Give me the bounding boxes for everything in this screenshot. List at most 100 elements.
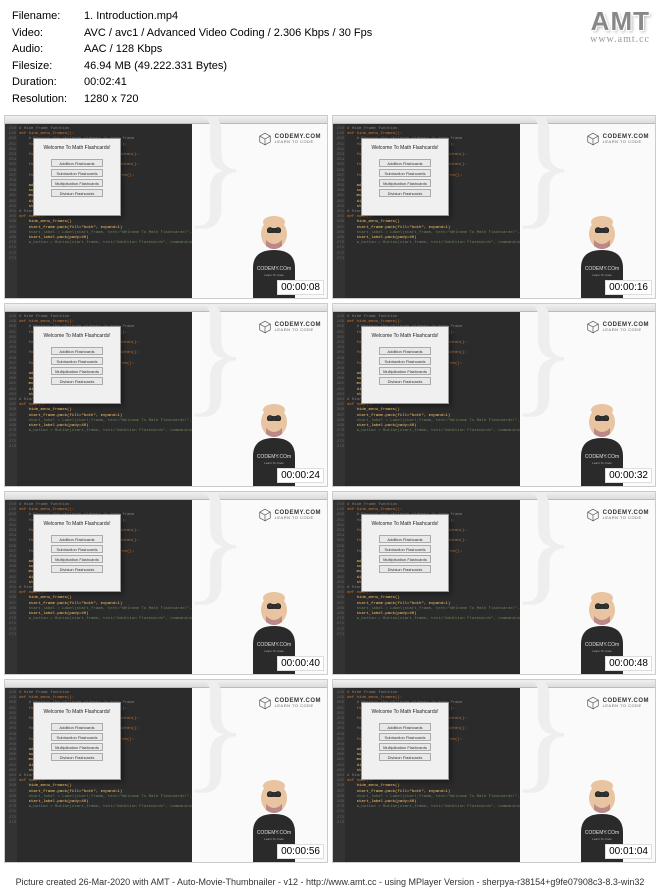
metadata-label: Audio:: [12, 41, 84, 58]
popup-button[interactable]: Addition Flashcards: [51, 159, 103, 167]
code-line: a_button = Button(start_frame, text="Add…: [347, 617, 517, 622]
popup-button[interactable]: Division Flashcards: [379, 565, 431, 573]
popup-button-group: Addition Flashcards Subtraction Flashcard…: [34, 343, 120, 385]
popup-button[interactable]: Subtraction Flashcards: [51, 169, 103, 177]
app-popup-window: Welcome To Math Flashcards!Addition Flas…: [33, 514, 121, 592]
logo-sub-text: LEARN TO CODE: [603, 516, 649, 520]
thumbnail: 248 249 250 251 252 253 254 255 256 257 …: [4, 679, 328, 863]
popup-button[interactable]: Addition Flashcards: [51, 723, 103, 731]
app-popup-window: Welcome To Math Flashcards!Addition Flas…: [33, 326, 121, 404]
logo-text: CODEMY.COMLEARN TO CODE: [603, 510, 649, 521]
metadata-value: 46.94 MB (49.222.331 Bytes): [84, 58, 648, 75]
popup-title: Welcome To Math Flashcards!: [362, 703, 448, 719]
svg-text:Learn To Code: Learn To Code: [264, 273, 284, 277]
svg-text:CODEMY.COm: CODEMY.COm: [257, 454, 291, 460]
codemy-logo: CODEMY.COMLEARN TO CODE: [586, 508, 649, 522]
popup-button[interactable]: Division Flashcards: [51, 377, 103, 385]
metadata-value: 00:02:41: [84, 74, 648, 91]
popup-button[interactable]: Multiplication Flashcards: [51, 743, 103, 751]
metadata-label: Video:: [12, 25, 84, 42]
svg-text:CODEMY.COm: CODEMY.COm: [257, 266, 291, 272]
popup-button-group: Addition Flashcards Subtraction Flashcard…: [34, 155, 120, 197]
thumbnail: 248 249 250 251 252 253 254 255 256 257 …: [4, 115, 328, 299]
codemy-logo: CODEMY.COMLEARN TO CODE: [258, 132, 321, 146]
popup-button[interactable]: Division Flashcards: [51, 189, 103, 197]
popup-button[interactable]: Division Flashcards: [379, 189, 431, 197]
window-titlebar: [333, 680, 655, 688]
metadata-value: AAC / 128 Kbps: [84, 41, 648, 58]
line-number-gutter: 248 249 250 251 252 253 254 255 256 257 …: [5, 688, 17, 862]
popup-button[interactable]: Subtraction Flashcards: [51, 545, 103, 553]
line-number-gutter: 248 249 250 251 252 253 254 255 256 257 …: [333, 124, 345, 298]
popup-button[interactable]: Addition Flashcards: [379, 535, 431, 543]
svg-text:Learn To Code: Learn To Code: [264, 649, 284, 653]
svg-text:Learn To Code: Learn To Code: [592, 461, 612, 465]
popup-button[interactable]: Multiplication Flashcards: [379, 367, 431, 375]
cube-icon: [586, 132, 600, 146]
code-line: a_button = Button(start_frame, text="Add…: [347, 429, 517, 434]
window-titlebar: [5, 304, 327, 312]
popup-button[interactable]: Division Flashcards: [51, 753, 103, 761]
popup-button[interactable]: Multiplication Flashcards: [379, 743, 431, 751]
popup-button[interactable]: Multiplication Flashcards: [51, 367, 103, 375]
watermark-main: AMT: [590, 6, 650, 37]
window-titlebar: [333, 304, 655, 312]
metadata-row: Filename:1. Introduction.mp4: [12, 8, 648, 25]
code-line: a_button = Button(start_frame, text="Add…: [347, 805, 517, 810]
popup-button-group: Addition Flashcards Subtraction Flashcard…: [34, 531, 120, 573]
thumbnail-timestamp: 00:00:32: [605, 468, 652, 483]
popup-button[interactable]: Multiplication Flashcards: [51, 555, 103, 563]
popup-button-group: Addition Flashcards Subtraction Flashcard…: [34, 719, 120, 761]
popup-button[interactable]: Multiplication Flashcards: [51, 179, 103, 187]
video-right-pane: }CODEMY.COMLEARN TO CODECODEMY.COmLearn …: [192, 124, 327, 298]
popup-button[interactable]: Division Flashcards: [379, 753, 431, 761]
codemy-logo: CODEMY.COMLEARN TO CODE: [258, 320, 321, 334]
popup-button[interactable]: Division Flashcards: [379, 377, 431, 385]
popup-button[interactable]: Subtraction Flashcards: [51, 733, 103, 741]
logo-sub-text: LEARN TO CODE: [275, 516, 321, 520]
metadata-value: AVC / avc1 / Advanced Video Coding / 2.3…: [84, 25, 648, 42]
logo-sub-text: LEARN TO CODE: [603, 328, 649, 332]
video-right-pane: }CODEMY.COMLEARN TO CODECODEMY.COmLearn …: [192, 688, 327, 862]
line-number-gutter: 248 249 250 251 252 253 254 255 256 257 …: [333, 500, 345, 674]
popup-button[interactable]: Subtraction Flashcards: [379, 733, 431, 741]
svg-text:CODEMY.COm: CODEMY.COm: [585, 266, 619, 272]
app-popup-window: Welcome To Math Flashcards! Addition Flas…: [361, 702, 449, 780]
footer-credits: Picture created 26-Mar-2020 with AMT - A…: [0, 874, 660, 890]
popup-button[interactable]: Subtraction Flashcards: [379, 545, 431, 553]
popup-button[interactable]: Subtraction Flashcards: [379, 169, 431, 177]
logo-text: CODEMY.COMLEARN TO CODE: [275, 510, 321, 521]
popup-button[interactable]: Subtraction Flashcards: [379, 357, 431, 365]
thumbnail: 248 249 250 251 252 253 254 255 256 257 …: [4, 303, 328, 487]
line-number-gutter: 248 249 250 251 252 253 254 255 256 257 …: [333, 312, 345, 486]
video-right-pane: }CODEMY.COMLEARN TO CODECODEMY.COmLearn …: [520, 312, 655, 486]
popup-button[interactable]: Addition Flashcards: [379, 159, 431, 167]
metadata-row: Filesize:46.94 MB (49.222.331 Bytes): [12, 58, 648, 75]
popup-button[interactable]: Addition Flashcards: [379, 347, 431, 355]
popup-button[interactable]: Addition Flashcards: [51, 347, 103, 355]
popup-title: Welcome To Math Flashcards!: [34, 515, 120, 531]
logo-sub-text: LEARN TO CODE: [275, 704, 321, 708]
video-right-pane: }CODEMY.COMLEARN TO CODECODEMY.COmLearn …: [192, 312, 327, 486]
window-titlebar: [5, 116, 327, 124]
popup-button[interactable]: Division Flashcards: [51, 565, 103, 573]
popup-button[interactable]: Addition Flashcards: [379, 723, 431, 731]
popup-button[interactable]: Subtraction Flashcards: [51, 357, 103, 365]
code-line: a_button = Button(start_frame, text="Add…: [19, 241, 189, 246]
thumbnail-grid: 248 249 250 251 252 253 254 255 256 257 …: [0, 113, 660, 865]
app-popup-window: Welcome To Math Flashcards!Addition Flas…: [361, 326, 449, 404]
logo-sub-text: LEARN TO CODE: [275, 140, 321, 144]
thumbnail: 248 249 250 251 252 253 254 255 256 257 …: [332, 303, 656, 487]
metadata-row: Audio:AAC / 128 Kbps: [12, 41, 648, 58]
popup-button[interactable]: Multiplication Flashcards: [379, 179, 431, 187]
metadata-value: 1. Introduction.mp4: [84, 8, 648, 25]
popup-button[interactable]: Addition Flashcards: [51, 535, 103, 543]
thumbnail-timestamp: 00:00:08: [277, 280, 324, 295]
video-right-pane: }CODEMY.COMLEARN TO CODECODEMY.COmLearn …: [520, 500, 655, 674]
code-line: a_button = Button(start_frame, text="Add…: [19, 429, 189, 434]
popup-button[interactable]: Multiplication Flashcards: [379, 555, 431, 563]
thumbnail-timestamp: 00:00:16: [605, 280, 652, 295]
app-popup-window: Welcome To Math Flashcards!Addition Flas…: [361, 138, 449, 216]
app-popup-window: Welcome To Math Flashcards!Addition Flas…: [361, 514, 449, 592]
cube-icon: [258, 320, 272, 334]
